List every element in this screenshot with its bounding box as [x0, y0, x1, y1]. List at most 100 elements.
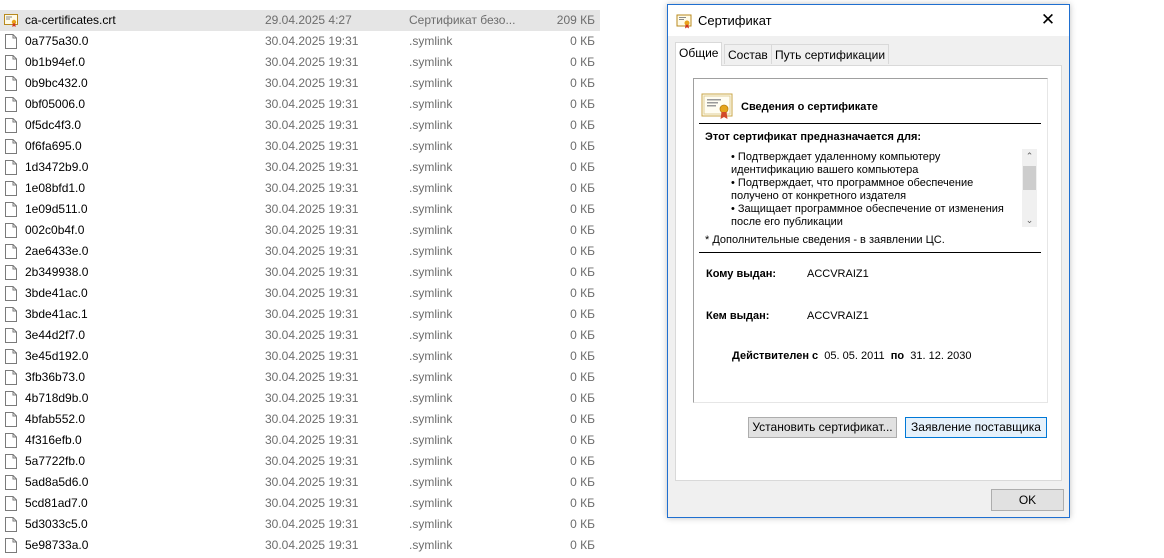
file-date: 30.04.2025 19:31 — [265, 160, 359, 174]
valid-to-label: по — [890, 350, 905, 362]
file-name: 3e44d2f7.0 — [25, 328, 86, 342]
purpose-scrollbar[interactable]: ⌃ ⌄ — [1022, 149, 1037, 227]
file-row[interactable]: 0f5dc4f3.0 30.04.2025 19:31 .symlink 0 КБ — [0, 115, 600, 136]
file-name: 3fb36b73.0 — [25, 370, 86, 384]
file-row[interactable]: ca-certificates.crt 29.04.2025 4:27 Сертиф… — [0, 10, 600, 31]
install-certificate-button[interactable]: Установить сертификат... — [748, 417, 897, 438]
file-row[interactable]: 2b349938.0 30.04.2025 19:31 .symlink 0 КБ — [0, 262, 600, 283]
file-name: ca-certificates.crt — [25, 13, 116, 27]
close-button[interactable]: ✕ — [1027, 5, 1069, 36]
file-date: 30.04.2025 19:31 — [265, 349, 359, 363]
file-type: .symlink — [409, 160, 453, 174]
file-row[interactable]: 1d3472b9.0 30.04.2025 19:31 .symlink 0 КБ — [0, 157, 600, 178]
scroll-up-icon[interactable]: ⌃ — [1022, 149, 1037, 163]
purpose-item: • Подтверждает, что программное обеспече… — [731, 177, 974, 202]
file-name: 0bf05006.0 — [25, 97, 86, 111]
file-date: 30.04.2025 19:31 — [265, 76, 359, 90]
file-row[interactable]: 4f316efb.0 30.04.2025 19:31 .symlink 0 КБ — [0, 430, 600, 451]
file-date: 30.04.2025 19:31 — [265, 55, 359, 69]
file-type: .symlink — [409, 202, 453, 216]
file-type: .symlink — [409, 391, 453, 405]
purpose-title: Этот сертификат предназначается для: — [705, 131, 922, 143]
file-name: 5a7722fb.0 — [25, 454, 86, 468]
file-size: 0 КБ — [570, 328, 595, 342]
file-size: 0 КБ — [570, 286, 595, 300]
file-row[interactable]: 4b718d9b.0 30.04.2025 19:31 .symlink 0 КБ — [0, 388, 600, 409]
file-date: 30.04.2025 19:31 — [265, 181, 359, 195]
file-size: 0 КБ — [570, 34, 595, 48]
close-icon: ✕ — [1040, 10, 1056, 29]
file-row[interactable]: 3fb36b73.0 30.04.2025 19:31 .symlink 0 КБ — [0, 367, 600, 388]
file-row[interactable]: 3bde41ac.0 30.04.2025 19:31 .symlink 0 КБ — [0, 283, 600, 304]
file-size: 0 КБ — [570, 202, 595, 216]
file-name: 4b718d9b.0 — [25, 391, 89, 405]
file-row[interactable]: 3bde41ac.1 30.04.2025 19:31 .symlink 0 КБ — [0, 304, 600, 325]
file-name: 002c0b4f.0 — [25, 223, 85, 237]
file-row[interactable]: 0a775a30.0 30.04.2025 19:31 .symlink 0 КБ — [0, 31, 600, 52]
file-row[interactable]: 5ad8a5d6.0 30.04.2025 19:31 .symlink 0 КБ — [0, 472, 600, 493]
file-date: 30.04.2025 19:31 — [265, 370, 359, 384]
file-row[interactable]: 002c0b4f.0 30.04.2025 19:31 .symlink 0 КБ — [0, 220, 600, 241]
file-row[interactable]: 2ae6433e.0 30.04.2025 19:31 .symlink 0 КБ — [0, 241, 600, 262]
file-row[interactable]: 0b1b94ef.0 30.04.2025 19:31 .symlink 0 КБ — [0, 52, 600, 73]
file-row[interactable]: 5a7722fb.0 30.04.2025 19:31 .symlink 0 КБ — [0, 451, 600, 472]
file-name: 1d3472b9.0 — [25, 160, 89, 174]
file-row[interactable]: 1e09d511.0 30.04.2025 19:31 .symlink 0 КБ — [0, 199, 600, 220]
file-size: 0 КБ — [570, 496, 595, 510]
file-type: .symlink — [409, 181, 453, 195]
file-date: 30.04.2025 19:31 — [265, 454, 359, 468]
file-row[interactable]: 3e44d2f7.0 30.04.2025 19:31 .symlink 0 КБ — [0, 325, 600, 346]
file-date: 30.04.2025 19:31 — [265, 433, 359, 447]
file-size: 0 КБ — [570, 370, 595, 384]
file-row[interactable]: 0f6fa695.0 30.04.2025 19:31 .symlink 0 КБ — [0, 136, 600, 157]
valid-from-label: Действителен с — [732, 350, 819, 362]
file-type: .symlink — [409, 328, 453, 342]
file-size: 0 КБ — [570, 475, 595, 489]
tab-certification-path[interactable]: Путь сертификации — [771, 44, 890, 64]
scroll-thumb[interactable] — [1023, 166, 1036, 190]
file-size: 209 КБ — [556, 13, 595, 27]
file-row[interactable]: 3e45d192.0 30.04.2025 19:31 .symlink 0 КБ — [0, 346, 600, 367]
file-size: 0 КБ — [570, 97, 595, 111]
file-type: .symlink — [409, 76, 453, 90]
purpose-item: • Защищает программное обеспечение от из… — [731, 203, 1004, 228]
file-name: 3e45d192.0 — [25, 349, 89, 363]
file-type: .symlink — [409, 34, 453, 48]
file-row[interactable]: 0b9bc432.0 30.04.2025 19:31 .symlink 0 КБ — [0, 73, 600, 94]
file-date: 30.04.2025 19:31 — [265, 538, 359, 552]
file-type: .symlink — [409, 223, 453, 237]
file-row[interactable]: 5cd81ad7.0 30.04.2025 19:31 .symlink 0 КБ — [0, 493, 600, 514]
file-size: 0 КБ — [570, 454, 595, 468]
tab-general-label: Общие — [679, 46, 719, 60]
file-type: .symlink — [409, 538, 453, 552]
file-type: .symlink — [409, 496, 453, 510]
file-row[interactable]: 5e98733a.0 30.04.2025 19:31 .symlink 0 КБ — [0, 535, 600, 556]
file-row[interactable]: 4bfab552.0 30.04.2025 19:31 .symlink 0 КБ — [0, 409, 600, 430]
dialog-titlebar[interactable]: Сертификат ✕ — [668, 5, 1069, 36]
issued-to-label: Кому выдан: — [706, 268, 777, 280]
issuer-statement-button[interactable]: Заявление поставщика — [905, 417, 1047, 438]
file-type: .symlink — [409, 349, 453, 363]
file-type: .symlink — [409, 412, 453, 426]
scroll-down-icon[interactable]: ⌄ — [1022, 213, 1037, 227]
purpose-item: • Подтверждает удаленному компьютеру иде… — [731, 151, 941, 176]
tab-general[interactable]: Общие — [675, 42, 723, 66]
file-type: .symlink — [409, 307, 453, 321]
file-name: 3bde41ac.0 — [25, 286, 88, 300]
valid-to-date: 31. 12. 2030 — [910, 350, 972, 362]
file-size: 0 КБ — [570, 139, 595, 153]
file-row[interactable]: 1e08bfd1.0 30.04.2025 19:31 .symlink 0 КБ — [0, 178, 600, 199]
file-row[interactable]: 5d3033c5.0 30.04.2025 19:31 .symlink 0 КБ — [0, 514, 600, 535]
file-date: 29.04.2025 4:27 — [265, 13, 352, 27]
file-size: 0 КБ — [570, 55, 595, 69]
file-name: 3bde41ac.1 — [25, 307, 88, 321]
file-size: 0 КБ — [570, 433, 595, 447]
file-size: 0 КБ — [570, 160, 595, 174]
file-date: 30.04.2025 19:31 — [265, 97, 359, 111]
ok-button[interactable]: OK — [991, 489, 1064, 511]
file-date: 30.04.2025 19:31 — [265, 118, 359, 132]
file-row[interactable]: 0bf05006.0 30.04.2025 19:31 .symlink 0 КБ — [0, 94, 600, 115]
file-type: .symlink — [409, 244, 453, 258]
certificate-info-heading: Сведения о сертификате — [741, 101, 878, 113]
tab-details[interactable]: Состав — [724, 44, 772, 64]
